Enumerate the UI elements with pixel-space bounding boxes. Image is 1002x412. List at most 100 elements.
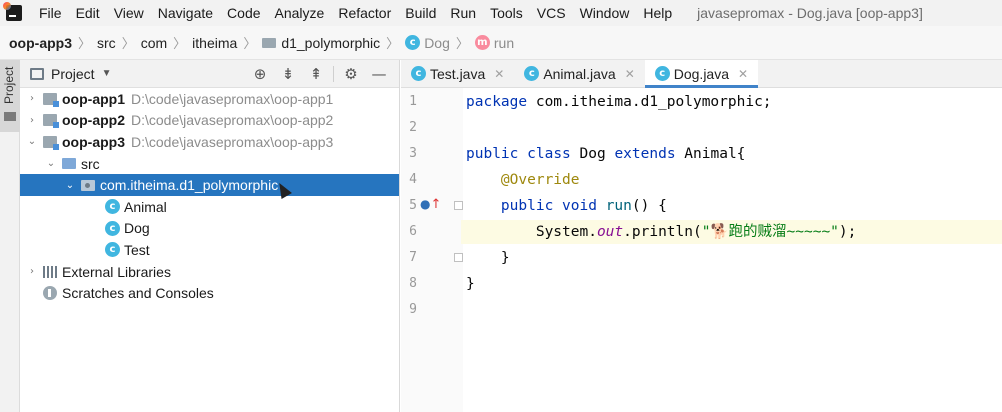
line-number: 6 [409,224,417,239]
override-marker-icon[interactable]: ●↑ [420,197,441,212]
code-line-5: public void run() { [466,194,667,218]
line-number: 2 [409,120,417,135]
project-tool-tab[interactable]: Project [0,60,20,132]
chevron-down-icon[interactable]: ⌄ [64,180,76,191]
menu-view[interactable]: View [107,5,151,21]
fold-marker-icon[interactable] [454,253,463,262]
line-number: 7 [409,250,417,265]
chevron-right-icon[interactable]: › [26,115,38,126]
tree-item-dog[interactable]: c Dog [20,218,399,240]
menu-refactor[interactable]: Refactor [331,5,398,21]
class-icon: c [105,242,120,258]
breadcrumb-class[interactable]: Dog [424,35,450,51]
code-text: } [466,276,475,292]
project-panel-title[interactable]: Project [51,66,95,82]
class-icon: c [105,220,120,236]
code-text: } [500,250,510,266]
tab-animal-java[interactable]: c Animal.java ✕ [514,60,644,87]
menu-run[interactable]: Run [443,5,483,21]
method-name: run [605,198,632,214]
keyword: class [527,146,571,162]
annotation: @Override [500,172,580,188]
tree-item-scratches[interactable]: Scratches and Consoles [20,282,399,304]
chevron-right-icon[interactable]: › [26,93,38,104]
module-folder-icon [43,135,59,150]
keyword: public [466,146,519,162]
chevron-down-icon[interactable]: ⌄ [45,158,57,169]
tab-test-java[interactable]: c Test.java ✕ [401,60,514,87]
chevron-down-icon[interactable]: ⌄ [26,136,38,147]
tree-item-path: D:\code\javasepromax\oop-app3 [131,133,334,150]
breadcrumb-separator-icon: 〉 [173,36,187,51]
toolbar-divider [333,65,334,82]
line-number: 4 [409,172,417,187]
breadcrumb-src[interactable]: src [97,35,116,51]
breadcrumb-separator-icon: 〉 [455,36,469,51]
tree-item-label: oop-app2 [62,112,125,129]
tree-item-oop-app1[interactable]: › oop-app1 D:\code\javasepromax\oop-app1 [20,88,399,110]
menu-analyze[interactable]: Analyze [268,5,332,21]
close-icon[interactable]: ✕ [738,67,748,81]
class-icon: c [405,35,421,50]
tree-item-animal[interactable]: c Animal [20,196,399,218]
static-field: out [596,224,624,240]
library-icon [43,265,57,278]
tree-item-label: Test [124,241,150,258]
project-tree: › oop-app1 D:\code\javasepromax\oop-app1… [20,88,399,304]
line-number: 5 [409,198,417,213]
dog-emoji-icon: 🐕 [710,224,729,240]
menu-edit[interactable]: Edit [69,5,107,21]
menu-code[interactable]: Code [220,5,267,21]
tree-item-oop-app3[interactable]: ⌄ oop-app3 D:\code\javasepromax\oop-app3 [20,131,399,153]
menu-vcs[interactable]: VCS [530,5,573,21]
expand-all-icon[interactable]: ⇟ [274,63,302,85]
menu-window[interactable]: Window [573,5,637,21]
class-icon: c [411,66,426,81]
tab-dog-java[interactable]: c Dog.java ✕ [644,60,759,88]
menu-tools[interactable]: Tools [483,5,530,21]
breadcrumb-separator-icon: 〉 [243,36,257,51]
gear-icon[interactable]: ⚙ [337,63,365,85]
tree-item-label: oop-app1 [62,90,125,107]
chevron-right-icon[interactable]: › [26,266,38,277]
menu-help[interactable]: Help [636,5,679,21]
hide-panel-icon[interactable]: — [365,63,393,85]
tree-item-oop-app2[interactable]: › oop-app2 D:\code\javasepromax\oop-app2 [20,110,399,132]
close-icon[interactable]: ✕ [494,67,504,81]
tab-label: Dog.java [673,65,730,82]
breadcrumb-itheima[interactable]: itheima [192,35,237,51]
code-line-7: } [466,246,510,270]
menu-build[interactable]: Build [398,5,443,21]
locate-target-icon[interactable]: ⊕ [246,63,274,85]
menu-file[interactable]: File [32,5,69,21]
project-panel: Project ▼ ⊕ ⇟ ⇞ ⚙ — › oop-app1 D:\code\j… [20,60,400,412]
folder-icon [4,112,16,121]
menu-bar: File Edit View Navigate Code Analyze Ref… [0,0,1002,26]
editor-tabs: c Test.java ✕ c Animal.java ✕ c Dog.java… [401,60,1002,88]
tab-label: Animal.java [543,65,616,82]
method-icon: m [474,35,490,50]
tree-item-label: oop-app3 [62,133,125,150]
collapse-all-icon[interactable]: ⇞ [302,63,330,85]
tree-item-external-libraries[interactable]: › External Libraries [20,261,399,283]
module-folder-icon [43,92,59,107]
keyword: public [500,198,554,214]
tree-item-label: Dog [124,220,150,237]
breadcrumb-module[interactable]: oop-app3 [9,35,72,51]
close-icon[interactable]: ✕ [625,67,635,81]
tree-item-src[interactable]: ⌄ src [20,153,399,175]
tree-item-label: External Libraries [62,263,171,280]
window-title: javasepromax - Dog.java [oop-app3] [697,5,923,21]
fold-marker-icon[interactable] [454,201,463,210]
project-view-icon [30,67,44,80]
tree-item-test[interactable]: c Test [20,239,399,261]
breadcrumb-com[interactable]: com [141,35,167,51]
menu-navigate[interactable]: Navigate [151,5,220,21]
keyword: void [562,198,597,214]
breadcrumb-package[interactable]: d1_polymorphic [281,35,380,51]
chevron-down-icon[interactable]: ▼ [102,68,112,79]
line-number: 1 [409,94,417,109]
code-area[interactable]: package com.itheima.d1_polymorphic; publ… [461,88,1002,412]
breadcrumb-method[interactable]: run [494,35,514,51]
tree-item-package[interactable]: ⌄ com.itheima.d1_polymorphic [20,174,399,196]
